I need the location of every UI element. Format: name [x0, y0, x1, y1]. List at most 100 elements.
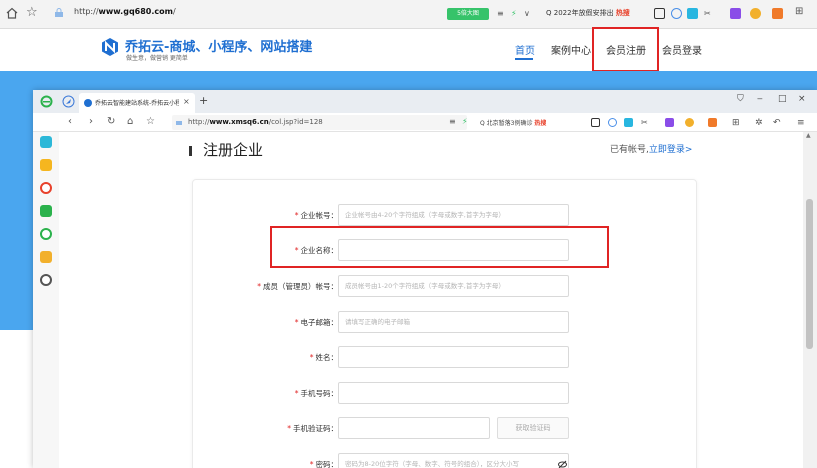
- search-icon: Q: [546, 9, 554, 17]
- translate-icon[interactable]: [671, 8, 682, 19]
- company-account-input[interactable]: [338, 204, 569, 226]
- inner-toolbar: ‹ › ↻ ⌂ ☆ http://www.xmsq6.cn/col.jsp?id…: [33, 113, 817, 132]
- email-input[interactable]: [338, 311, 569, 333]
- site-security-icon: [54, 8, 64, 18]
- sms-code-input[interactable]: [338, 417, 490, 439]
- hot-search-badge: 热搜: [615, 9, 630, 17]
- lightning-icon[interactable]: ⚡: [462, 115, 468, 129]
- forward-icon[interactable]: ›: [89, 115, 93, 129]
- logo-icon[interactable]: [100, 37, 120, 57]
- field-label-name: * 姓名：: [309, 353, 338, 362]
- zoom-badge[interactable]: 5倍大图: [447, 8, 489, 20]
- field-label-email: * 电子邮箱：: [294, 318, 338, 327]
- outer-address-bar[interactable]: http://www.gq680.com/: [48, 4, 568, 24]
- extension-icon[interactable]: [665, 118, 674, 127]
- reader-mode-icon[interactable]: ≡: [449, 115, 456, 129]
- grid-menu-icon[interactable]: ⊞: [732, 116, 740, 130]
- bookmark-star-icon[interactable]: ☆: [26, 5, 38, 21]
- close-window-button[interactable]: ×: [798, 94, 806, 104]
- login-hint: 已有帐号,立即登录>: [610, 145, 693, 155]
- tab-title: 乔拓云智能建站系统-乔拓云小程: [95, 100, 179, 107]
- sidebar-app-icon[interactable]: [40, 228, 52, 240]
- inner-address-bar[interactable]: http://www.xmsq6.cn/col.jsp?id=128: [172, 115, 467, 130]
- sidebar-rail: [33, 132, 59, 468]
- extension-icon[interactable]: [624, 118, 633, 127]
- skin-icon[interactable]: ⛉: [737, 94, 744, 104]
- inner-search-box[interactable]: Q 北京暂落3例确诊 热搜: [480, 118, 546, 127]
- site-header: 乔拓云-商城、小程序、网站搭建 做生意，做营销 更简单 首页 案例中心 会员注册…: [0, 29, 817, 71]
- new-tab-button[interactable]: +: [199, 94, 208, 107]
- scroll-thumb[interactable]: [806, 199, 813, 349]
- navigate-icon[interactable]: [62, 95, 75, 108]
- scissors-icon[interactable]: ✂: [641, 116, 648, 130]
- translate-icon[interactable]: [608, 118, 617, 127]
- refresh-icon[interactable]: ↻: [107, 115, 115, 129]
- home-icon[interactable]: ⌂: [127, 115, 133, 129]
- dropdown-chevron-icon[interactable]: ∨: [524, 8, 530, 20]
- minimize-button[interactable]: ‒: [757, 94, 763, 104]
- scrollbar[interactable]: ▲: [803, 132, 817, 468]
- lightning-icon[interactable]: ⚡: [511, 8, 517, 20]
- game-icon[interactable]: [708, 118, 717, 127]
- sidebar-app-icon[interactable]: [40, 205, 52, 217]
- logo-slogan: 做生意，做营销 更简单: [126, 55, 188, 62]
- field-label-phone: * 手机号码：: [294, 389, 338, 398]
- phone-input[interactable]: [338, 382, 569, 404]
- favorites-icon[interactable]: [40, 159, 52, 171]
- active-nav-underline: [515, 58, 533, 60]
- reader-mode-icon[interactable]: ≡: [497, 8, 504, 20]
- highlight-box-register: [592, 27, 659, 72]
- field-label-password: * 密码：: [309, 460, 338, 468]
- grid-menu-icon[interactable]: ⊞: [795, 6, 803, 18]
- get-code-button[interactable]: 获取验证码: [497, 417, 569, 439]
- field-label-admin-account: * 成员（管理员）帐号：: [257, 282, 338, 291]
- bookmark-star-icon[interactable]: ☆: [146, 115, 155, 129]
- extension-icon[interactable]: [685, 118, 694, 127]
- scroll-up-icon[interactable]: ▲: [806, 132, 811, 139]
- browser-logo-icon[interactable]: [40, 95, 53, 108]
- search-icon: Q: [480, 120, 487, 127]
- inner-browser-window: 乔拓云智能建站系统-乔拓云小程 × + ⛉ ‒ □ × ‹ › ↻ ⌂ ☆ ht…: [33, 90, 817, 468]
- login-link[interactable]: 立即登录>: [649, 145, 693, 155]
- inner-url-text: http://www.xmsq6.cn/col.jsp?id=128: [188, 118, 323, 126]
- page-title: 注册企业: [203, 141, 264, 159]
- nav-member-login[interactable]: 会员登录: [662, 42, 702, 57]
- sidebar-app-icon[interactable]: [40, 274, 52, 286]
- tab-active[interactable]: 乔拓云智能建站系统-乔拓云小程 ×: [79, 93, 195, 113]
- password-input[interactable]: [338, 453, 569, 468]
- maximize-button[interactable]: □: [778, 94, 787, 104]
- game-icon[interactable]: [772, 8, 783, 19]
- outer-search-box[interactable]: Q 2022年放假安排出 热搜: [546, 7, 630, 19]
- extension-icon[interactable]: [750, 8, 761, 19]
- nav-cases[interactable]: 案例中心: [551, 42, 591, 57]
- back-icon[interactable]: ‹: [68, 115, 72, 129]
- register-page: 注册企业 已有帐号,立即登录> *企业帐号： *企业名称： *成员（管理员）帐号…: [59, 132, 803, 468]
- field-label-company-account: * 企业帐号：: [294, 211, 338, 220]
- screenshot-icon[interactable]: [654, 8, 665, 19]
- tab-favicon: [84, 99, 92, 107]
- admin-account-input[interactable]: [338, 275, 569, 297]
- sidebar-app-icon[interactable]: [40, 251, 52, 263]
- nav-home[interactable]: 首页: [515, 42, 535, 57]
- tab-strip: 乔拓云智能建站系统-乔拓云小程 × + ⛉ ‒ □ ×: [33, 90, 817, 113]
- outer-browser-toolbar: ☆ http://www.gq680.com/ 5倍大图 ≡ ⚡ ∨ Q 202…: [0, 0, 817, 29]
- extension-icon[interactable]: [687, 8, 698, 19]
- tab-close-icon[interactable]: ×: [183, 97, 190, 106]
- hot-search-badge: 热搜: [534, 120, 547, 127]
- undo-icon[interactable]: ↶: [773, 116, 781, 130]
- site-security-icon: [175, 118, 183, 126]
- eye-hidden-icon[interactable]: [558, 460, 567, 468]
- settings-icon[interactable]: ✲: [755, 116, 763, 130]
- sidebar-app-icon[interactable]: [40, 136, 52, 148]
- extension-icon[interactable]: [730, 8, 741, 19]
- home-icon[interactable]: [5, 6, 19, 20]
- menu-icon[interactable]: ≡: [797, 116, 805, 130]
- weibo-icon[interactable]: [40, 182, 52, 194]
- screenshot-icon[interactable]: [591, 118, 600, 127]
- scissors-icon[interactable]: ✂: [704, 8, 711, 20]
- outer-url-text: http://www.gq680.com/: [74, 7, 176, 16]
- highlight-box-company-name: [270, 226, 609, 268]
- title-accent-bar: [189, 146, 192, 156]
- name-input[interactable]: [338, 346, 569, 368]
- field-label-sms-code: * 手机验证码：: [287, 424, 338, 433]
